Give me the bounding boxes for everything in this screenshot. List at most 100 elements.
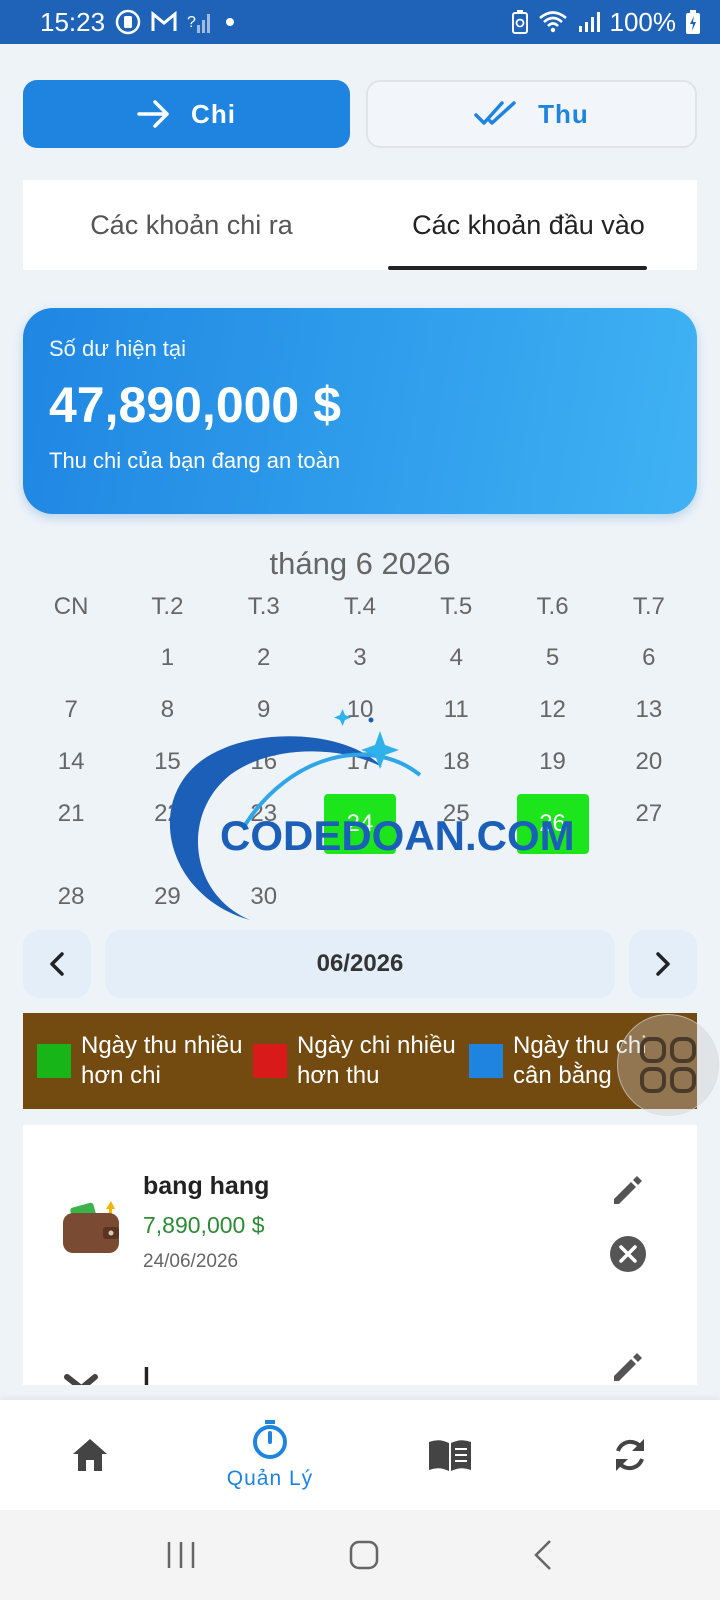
nav-book[interactable] [360, 1400, 540, 1510]
calendar-day[interactable]: 13 [601, 684, 697, 736]
calendar-day[interactable]: 3 [312, 632, 408, 684]
nav-home[interactable] [0, 1400, 180, 1510]
transaction-name: l [143, 1363, 150, 1385]
type-toggle: Chi Thu [23, 80, 697, 148]
calendar-day[interactable]: 17 [312, 736, 408, 788]
tab-income[interactable]: Các khoản đầu vào [360, 180, 697, 270]
floating-menu-button[interactable] [617, 1014, 719, 1116]
calendar-day[interactable]: 10 [312, 684, 408, 736]
legend-item: Ngày chi nhiều hơn thu [253, 1031, 469, 1091]
sync-icon [115, 9, 141, 35]
edit-icon[interactable] [609, 1173, 645, 1214]
calendar-day-income[interactable]: 24 [312, 788, 408, 872]
calendar-day[interactable]: 4 [408, 632, 504, 684]
balance-card: Số dư hiện tại 47,890,000 $ Thu chi của … [23, 308, 697, 514]
calendar-day[interactable]: 11 [408, 684, 504, 736]
calendar-day[interactable]: 27 [601, 788, 697, 872]
calendar-day[interactable]: 6 [601, 632, 697, 684]
nav-manage[interactable]: Quản Lý [180, 1400, 360, 1510]
nav-manage-label: Quản Lý [226, 1467, 314, 1490]
battery-percent: 100% [609, 6, 677, 37]
calendar-week: 7 8 9 10 11 12 13 [23, 684, 697, 736]
balance-note: Thu chi của bạn đang an toàn [49, 448, 341, 473]
weekday-label: T.7 [632, 593, 665, 620]
delete-icon[interactable] [609, 1235, 647, 1278]
transaction-name: bang hang [143, 1172, 270, 1200]
status-bar: 15:23 ? 100% [0, 0, 720, 44]
income-toggle-label: Thu [538, 98, 589, 129]
svg-text:?: ? [187, 14, 196, 31]
calendar-day[interactable]: 22 [119, 788, 215, 872]
calendar-day[interactable]: 15 [119, 736, 215, 788]
battery-charging-icon [686, 10, 700, 34]
calendar-day[interactable]: 12 [504, 684, 600, 736]
calendar-day[interactable]: 5 [504, 632, 600, 684]
calendar-day[interactable]: 19 [504, 736, 600, 788]
edit-icon[interactable] [609, 1350, 645, 1385]
calendar-week: 14 15 16 17 18 19 20 [23, 736, 697, 788]
back-icon[interactable] [532, 1539, 554, 1571]
weekday-label: T.6 [536, 593, 569, 620]
legend-swatch-blue [469, 1044, 503, 1078]
calendar-day[interactable]: 20 [601, 736, 697, 788]
transaction-list: bang hang 7,890,000 $ 24/06/2026 l [23, 1125, 697, 1385]
weekday-label: T.2 [151, 593, 184, 620]
calendar-day[interactable]: 25 [408, 788, 504, 872]
transaction-date: 24/06/2026 [143, 1251, 239, 1272]
system-navigation-bar [0, 1510, 720, 1600]
legend-label: Ngày chi nhiều hơn thu [297, 1032, 456, 1089]
calendar-weekday-row: CN T.2 T.3 T.4 T.5 T.6 T.7 [23, 590, 697, 632]
prev-month-button[interactable] [23, 930, 91, 998]
book-icon [427, 1437, 473, 1473]
dot-icon [223, 15, 237, 29]
balance-amount: 47,890,000 $ [49, 377, 341, 433]
list-item[interactable]: bang hang 7,890,000 $ 24/06/2026 [23, 1125, 697, 1275]
list-item[interactable]: l [23, 1305, 697, 1385]
income-toggle-button[interactable]: Thu [366, 80, 697, 148]
calendar-day[interactable]: 9 [216, 684, 312, 736]
calendar-day-empty [601, 872, 697, 922]
income-day-highlight: 26 [516, 794, 589, 854]
weekday-label: T.5 [440, 593, 473, 620]
calendar-day[interactable]: 14 [23, 736, 119, 788]
refresh-icon [610, 1435, 650, 1475]
calendar-day[interactable]: 2 [216, 632, 312, 684]
calendar-legend: Ngày thu nhiều hơn chi Ngày chi nhiều hơ… [23, 1013, 697, 1109]
recent-apps-icon[interactable] [166, 1540, 196, 1570]
calendar-week: 21 22 23 24 25 26 27 [23, 788, 697, 872]
home-button-icon[interactable] [348, 1539, 380, 1571]
legend-swatch-green [37, 1044, 71, 1078]
status-time: 15:23 [40, 6, 106, 37]
calendar-week: 28 29 30 [23, 872, 697, 922]
expense-toggle-label: Chi [191, 98, 236, 129]
battery-saver-icon [511, 10, 528, 34]
calendar-day-income[interactable]: 26 [504, 788, 600, 872]
arrow-right-icon [137, 99, 171, 129]
weekday-label: T.3 [247, 593, 280, 620]
calendar-day-empty [504, 872, 600, 922]
calendar-day[interactable]: 30 [216, 872, 312, 922]
calendar-day[interactable]: 23 [216, 788, 312, 872]
expense-toggle-button[interactable]: Chi [23, 80, 350, 148]
calendar-day[interactable]: 28 [23, 872, 119, 922]
current-month-label[interactable]: 06/2026 [105, 930, 615, 998]
calendar-day[interactable]: 16 [216, 736, 312, 788]
calendar-day[interactable]: 8 [119, 684, 215, 736]
tab-expenses[interactable]: Các khoản chi ra [23, 180, 360, 270]
calendar-day[interactable]: 7 [23, 684, 119, 736]
nav-refresh[interactable] [540, 1400, 720, 1510]
tab-bar: Các khoản chi ra Các khoản đầu vào [23, 180, 697, 270]
chevron-right-icon [653, 951, 673, 977]
wifi-icon [538, 10, 568, 34]
calendar-day[interactable]: 1 [119, 632, 215, 684]
next-month-button[interactable] [629, 930, 697, 998]
weekday-label: CN [53, 593, 89, 620]
calendar-day[interactable]: 21 [23, 788, 119, 872]
calendar-day[interactable]: 29 [119, 872, 215, 922]
calendar-grid: CN T.2 T.3 T.4 T.5 T.6 T.7 1 2 3 4 5 6 7… [23, 590, 697, 922]
tools-icon [61, 1365, 123, 1385]
month-navigator: 06/2026 [23, 930, 697, 998]
no-signal-icon: ? [187, 9, 213, 35]
calendar-day-empty [23, 632, 119, 684]
calendar-day[interactable]: 18 [408, 736, 504, 788]
